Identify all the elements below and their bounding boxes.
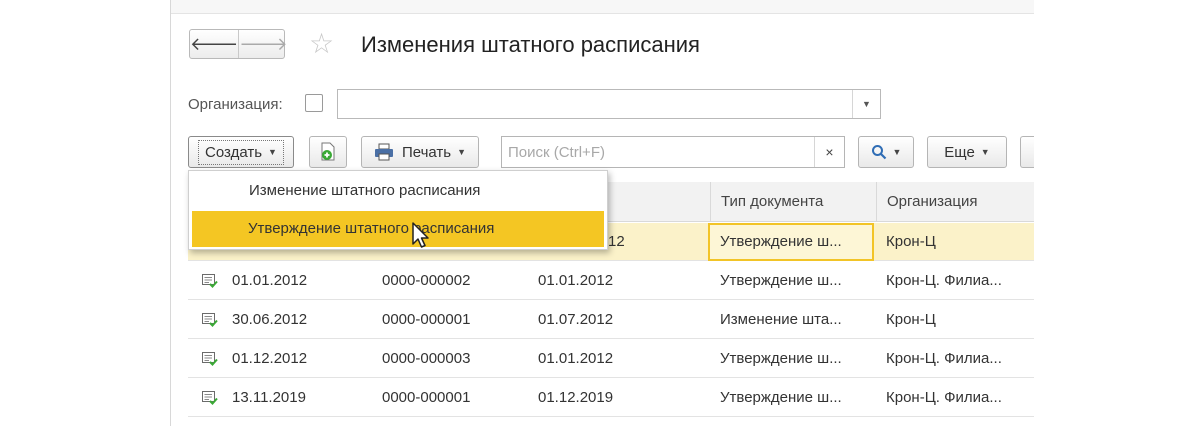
number-cell: 0000-000001 — [382, 311, 471, 328]
effective-date-cell: 01.01.2012 — [538, 350, 614, 367]
arrow-left-icon: 🡐 — [190, 33, 239, 54]
doc-type-cell: Утверждение ш... — [720, 350, 842, 367]
organization-cell: Крон-Ц. Филиа... — [886, 350, 1002, 367]
triangle-down-icon: ▼ — [980, 147, 990, 157]
doc-type-cell: Утверждение ш... — [720, 389, 842, 406]
create-menu: Изменение штатного расписания Утверждени… — [188, 170, 608, 250]
back-button[interactable]: 🡐 — [190, 30, 238, 58]
table-row[interactable]: 01.12.2012 0000-000003 01.01.2012 Утверж… — [188, 340, 1034, 378]
organization-dropdown-button[interactable]: ▼ — [852, 90, 880, 118]
organization-cell: Крон-Ц — [886, 311, 936, 328]
date-cell: 01.01.2012 — [232, 272, 308, 289]
effective-date-cell: 01.01.2012 — [538, 272, 614, 289]
more-button[interactable]: Еще ▼ — [927, 136, 1007, 168]
table-row[interactable]: 30.06.2012 0000-000001 01.07.2012 Измене… — [188, 301, 1034, 339]
effective-date-cell: 01.12.2019 — [538, 389, 614, 406]
page-title: Изменения штатного расписания — [361, 32, 700, 57]
doc-type-cell: Изменение шта... — [720, 311, 842, 328]
forward-button[interactable]: 🡒 — [238, 30, 288, 58]
navigation-buttons: 🡐 🡒 — [189, 29, 288, 59]
effective-date-cell: 01.07.2012 — [538, 311, 614, 328]
create-button-focus: Создать ▼ — [198, 139, 284, 165]
clear-search-button[interactable]: × — [814, 137, 844, 167]
document-posted-icon — [202, 274, 218, 288]
print-button[interactable]: Печать ▼ — [361, 136, 479, 168]
help-button[interactable] — [1020, 136, 1034, 168]
table-row[interactable]: 01.01.2012 0000-000002 01.01.2012 Утверж… — [188, 262, 1034, 300]
document-posted-icon — [202, 352, 218, 366]
organization-cell: Крон-Ц. Филиа... — [886, 272, 1002, 289]
column-header-organization[interactable]: Организация — [876, 182, 1034, 222]
more-button-label: Еще — [944, 143, 975, 161]
find-button[interactable]: ▼ — [858, 136, 914, 168]
window-top-strip — [171, 0, 1034, 14]
menu-item-approve-staffing[interactable]: Утверждение штатного расписания — [192, 211, 604, 247]
date-cell: 13.11.2019 — [232, 389, 306, 406]
organization-cell: Крон-Ц — [886, 233, 936, 250]
effective-date-cell: 12 — [608, 233, 625, 250]
triangle-down-icon: ▼ — [862, 99, 871, 109]
date-cell: 30.06.2012 — [232, 311, 308, 328]
document-posted-icon — [202, 313, 218, 327]
create-button[interactable]: Создать ▼ — [188, 136, 294, 168]
printer-icon — [374, 143, 393, 161]
copy-document-icon — [321, 142, 335, 161]
number-cell: 0000-000001 — [382, 389, 471, 406]
organization-field[interactable]: ▼ — [337, 89, 881, 119]
column-header-doc-type[interactable]: Тип документа — [710, 182, 876, 222]
magnifier-icon — [871, 145, 886, 160]
triangle-down-icon: ▼ — [892, 147, 902, 157]
organization-label: Организация: — [188, 96, 283, 113]
menu-item-change-staffing[interactable]: Изменение штатного расписания — [189, 173, 607, 209]
doc-type-cell: Утверждение ш... — [720, 272, 842, 289]
triangle-down-icon: ▼ — [457, 147, 467, 157]
create-button-label: Создать — [205, 143, 263, 161]
number-cell: 0000-000003 — [382, 350, 471, 367]
organization-cell: Крон-Ц. Филиа... — [886, 389, 1002, 406]
triangle-down-icon: ▼ — [268, 147, 277, 157]
date-cell: 01.12.2012 — [232, 350, 308, 367]
close-icon: × — [825, 144, 834, 160]
copy-document-button[interactable] — [309, 136, 347, 168]
search-input[interactable] — [502, 137, 812, 167]
number-cell: 0000-000002 — [382, 272, 471, 289]
arrow-right-icon: 🡒 — [239, 33, 288, 54]
app-window: 🡐 🡒 ☆ Изменения штатного расписания Орга… — [170, 0, 1034, 426]
table-row[interactable]: 13.11.2019 0000-000001 01.12.2019 Утверж… — [188, 379, 1034, 417]
organization-checkbox[interactable] — [305, 94, 323, 112]
mouse-cursor-icon — [412, 222, 429, 248]
print-button-label: Печать — [401, 143, 452, 161]
doc-type-cell[interactable]: Утверждение ш... — [708, 223, 874, 261]
document-posted-icon — [202, 391, 218, 405]
star-icon[interactable]: ☆ — [309, 30, 334, 58]
search-box: × — [501, 136, 845, 168]
